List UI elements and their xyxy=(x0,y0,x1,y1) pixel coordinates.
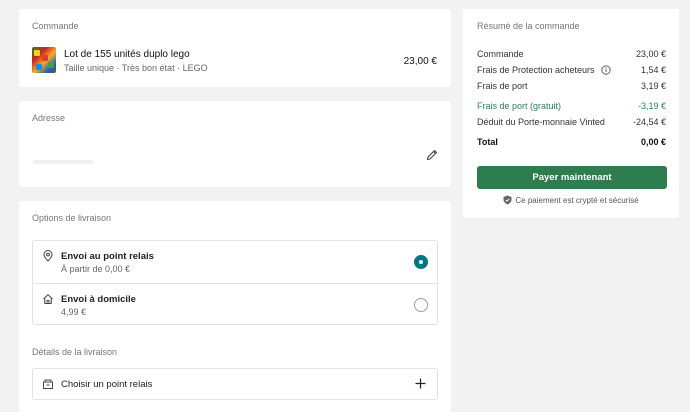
summary-value: 23,00 € xyxy=(635,49,666,59)
summary-row-wallet: Déduit du Porte-monnaie Vinted -24,54 € xyxy=(477,117,666,129)
choose-pickup-point-label: Choisir un point relais xyxy=(61,379,153,390)
order-section-title: Commande xyxy=(32,21,79,31)
item-title: Lot de 155 unités duplo lego xyxy=(64,49,190,60)
delivery-details-title: Détails de la livraison xyxy=(32,347,118,357)
summary-row-free-shipping: Frais de port (gratuit) -3,19 € xyxy=(477,101,666,113)
pay-now-button[interactable]: Payer maintenant xyxy=(477,166,667,189)
summary-label: Frais de Protection acheteurs xyxy=(477,65,595,75)
order-card: Commande Lot de 155 unités duplo lego Ta… xyxy=(19,9,451,87)
delivery-options: Envoi au point relais À partir de 0,00 €… xyxy=(32,240,438,325)
summary-value: -3,19 € xyxy=(637,101,666,111)
summary-label: Déduit du Porte-monnaie Vinted xyxy=(477,117,605,127)
option-price: À partir de 0,00 € xyxy=(61,264,131,274)
summary-label: Frais de port (gratuit) xyxy=(477,101,562,111)
summary-label: Commande xyxy=(477,49,524,59)
item-price: 23,00 € xyxy=(403,56,437,67)
address-redacted xyxy=(33,160,93,164)
location-pin-icon xyxy=(43,250,53,262)
option-price: 4,99 € xyxy=(61,307,87,317)
delivery-section-title: Options de livraison xyxy=(32,213,112,223)
plus-icon xyxy=(415,378,426,389)
summary-value: 1,54 € xyxy=(640,65,666,75)
secure-payment-text: Ce paiement est crypté et sécurisé xyxy=(515,196,639,205)
summary-row-protection: Frais de Protection acheteurs 1,54 € xyxy=(477,65,666,77)
summary-value: 0,00 € xyxy=(640,137,666,147)
shield-check-icon xyxy=(503,195,512,205)
delivery-option-pickup-point[interactable]: Envoi au point relais À partir de 0,00 € xyxy=(33,241,437,283)
choose-pickup-point-button[interactable]: Choisir un point relais xyxy=(32,368,438,400)
summary-label: Total xyxy=(477,137,498,147)
address-section-title: Adresse xyxy=(32,113,66,123)
summary-value: 3,19 € xyxy=(640,81,666,91)
address-card: Adresse xyxy=(19,101,451,187)
summary-section-title: Résumé de la commande xyxy=(477,21,580,31)
radio-home[interactable] xyxy=(414,298,428,312)
summary-row-total: Total 0,00 € xyxy=(477,137,666,149)
radio-pickup-point[interactable] xyxy=(414,255,428,269)
secure-payment-note: Ce paiement est crypté et sécurisé xyxy=(463,195,679,205)
summary-label: Frais de port xyxy=(477,81,528,91)
summary-card: Résumé de la commande Commande 23,00 € F… xyxy=(463,9,679,218)
parcel-shop-icon xyxy=(43,379,53,389)
option-label: Envoi à domicile xyxy=(61,294,136,305)
edit-address-button[interactable] xyxy=(425,148,439,162)
summary-row-shipping: Frais de port 3,19 € xyxy=(477,81,666,93)
info-icon[interactable] xyxy=(601,65,611,75)
delivery-option-home[interactable]: Envoi à domicile 4,99 € xyxy=(33,283,437,325)
pencil-icon xyxy=(426,149,438,161)
item-thumbnail xyxy=(32,47,56,73)
summary-row-order: Commande 23,00 € xyxy=(477,49,666,61)
option-label: Envoi au point relais xyxy=(61,251,154,262)
summary-value: -24,54 € xyxy=(632,117,666,127)
delivery-card: Options de livraison Envoi au point rela… xyxy=(19,201,451,412)
item-details: Taille unique · Très bon état · LEGO xyxy=(64,63,208,73)
home-icon xyxy=(43,294,53,304)
